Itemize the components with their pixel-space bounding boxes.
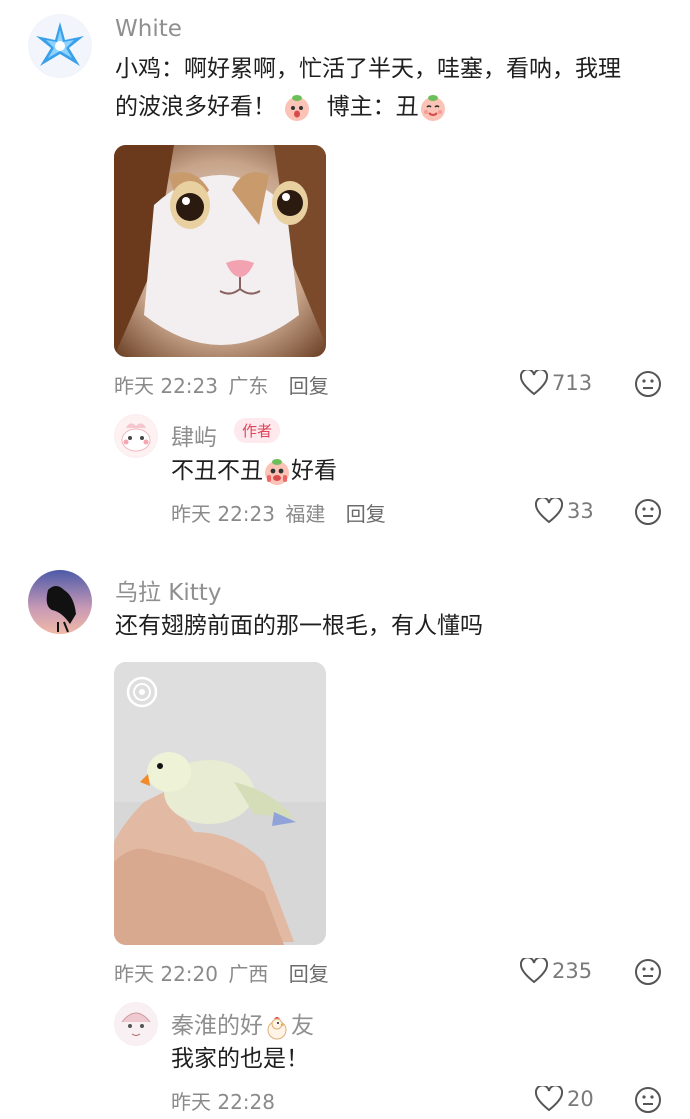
comment-meta: 昨天 22:20 广西 回复 <box>114 958 329 987</box>
reply-button[interactable]: 回复 <box>346 502 386 526</box>
reply-button[interactable]: 回复 <box>289 962 329 986</box>
like-count: 235 <box>552 959 593 983</box>
comment-image-bird[interactable] <box>114 662 326 945</box>
reply-location: 福建 <box>285 502 326 526</box>
comment-text: 还有翅膀前面的那一根毛，有人懂吗 <box>115 613 483 639</box>
peach-cry-emoji-icon <box>263 458 291 486</box>
comment-time: 昨天 22:20 <box>114 962 218 986</box>
heart-icon <box>535 498 563 524</box>
comment-text-line-1: 小鸡：啊好累啊，忙活了半天，哇塞，看呐，我理 <box>115 56 621 82</box>
like-button[interactable]: 20 <box>535 1086 594 1112</box>
reply-meta: 昨天 22:23 福建 回复 <box>171 498 386 527</box>
chicken-emoji-icon <box>263 1013 291 1041</box>
comment-meta: 昨天 22:23 广东 回复 <box>114 370 329 399</box>
heart-icon <box>520 370 548 396</box>
bird-silhouette-avatar-icon <box>28 570 92 634</box>
like-count: 33 <box>567 499 594 523</box>
peach-smile-emoji-icon <box>419 94 447 122</box>
username[interactable]: 秦淮的好 友 <box>171 1006 314 1041</box>
like-button[interactable]: 713 <box>520 370 592 396</box>
comment-time: 昨天 22:23 <box>114 374 218 398</box>
comment-text: 小鸡：啊好累啊，忙活了半天，哇塞，看呐，我理 的波浪多好看！ 博主：丑 <box>115 50 675 126</box>
reply-text: 我家的也是！ <box>171 1046 309 1072</box>
avatar[interactable] <box>28 570 92 634</box>
more-options-button[interactable] <box>634 370 662 398</box>
more-options-button[interactable] <box>634 958 662 986</box>
neutral-face-icon <box>635 959 661 985</box>
reply-button[interactable]: 回复 <box>289 374 329 398</box>
more-options-button[interactable] <box>634 498 662 526</box>
reply-text: 不丑不丑 好看 <box>171 458 337 486</box>
reply-time: 昨天 22:28 <box>171 1090 275 1114</box>
like-button[interactable]: 235 <box>520 958 592 984</box>
like-button[interactable]: 33 <box>535 498 594 524</box>
author-badge: 作者 <box>234 418 281 443</box>
sketch-avatar-icon <box>115 1003 157 1045</box>
username[interactable]: 肆屿 <box>171 418 217 452</box>
like-count: 713 <box>552 371 593 395</box>
neutral-face-icon <box>635 1087 661 1113</box>
cartoon-avatar-icon <box>115 415 157 457</box>
username[interactable]: 乌拉 Kitty <box>115 573 221 607</box>
more-options-button[interactable] <box>634 1086 662 1114</box>
avatar[interactable] <box>114 414 158 458</box>
comment-location: 广西 <box>228 962 269 986</box>
like-count: 20 <box>567 1087 594 1111</box>
heart-icon <box>520 958 548 984</box>
peach-face-emoji-icon <box>283 94 311 122</box>
avatar[interactable] <box>114 1002 158 1046</box>
neutral-face-icon <box>635 371 661 397</box>
star-avatar-icon <box>30 16 90 76</box>
username[interactable]: White <box>115 16 182 42</box>
comment-text-line-2: 的波浪多好看！ 博主：丑 <box>115 88 675 126</box>
comment-location: 广东 <box>228 374 269 398</box>
neutral-face-icon <box>635 499 661 525</box>
heart-icon <box>535 1086 563 1112</box>
reply-meta: 昨天 22:28 <box>171 1086 275 1115</box>
comment-image-cat[interactable] <box>114 145 326 357</box>
avatar[interactable] <box>28 14 92 78</box>
reply-time: 昨天 22:23 <box>171 502 275 526</box>
